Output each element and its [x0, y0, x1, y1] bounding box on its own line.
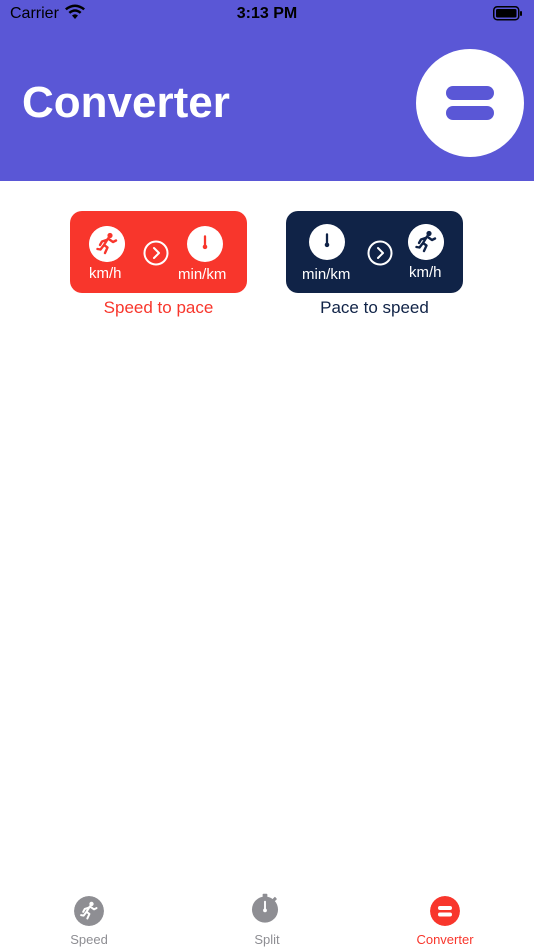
chevron-right-icon — [143, 240, 169, 266]
speed-to-pace-caption[interactable]: Speed to pace — [70, 298, 247, 318]
tab-split-label: Split — [254, 932, 280, 947]
pace-to-speed-caption[interactable]: Pace to speed — [286, 298, 463, 318]
equal-icon — [430, 896, 460, 926]
tab-split[interactable]: Split — [178, 885, 356, 950]
runner-icon — [89, 226, 125, 262]
stopwatch-icon — [309, 224, 345, 260]
header: Carrier 3:13 PM Converter — [0, 0, 534, 181]
stopwatch-icon — [251, 893, 279, 923]
chevron-right-icon — [367, 240, 393, 266]
to-unit-label: km/h — [409, 264, 442, 281]
battery-icon — [493, 6, 522, 21]
tab-speed-label: Speed — [70, 932, 108, 947]
tab-converter-label: Converter — [416, 932, 474, 947]
page-title: Converter — [22, 78, 230, 127]
converter-menu-button[interactable] — [416, 49, 524, 157]
from-unit-label: min/km — [302, 266, 351, 283]
runner-icon — [408, 224, 444, 260]
tab-bar: Speed Split Converter — [0, 885, 534, 950]
pace-to-speed-card[interactable]: min/km km/h — [286, 211, 463, 293]
tab-converter[interactable]: Converter — [356, 885, 534, 950]
speed-to-pace-card[interactable]: km/h min/km — [70, 211, 247, 293]
status-bar: Carrier 3:13 PM — [0, 0, 534, 28]
runner-icon — [74, 896, 104, 926]
from-unit-label: km/h — [89, 265, 122, 282]
to-unit-label: min/km — [178, 266, 227, 283]
clock: 3:13 PM — [236, 5, 298, 22]
tab-speed[interactable]: Speed — [0, 885, 178, 950]
stopwatch-icon — [187, 226, 223, 262]
